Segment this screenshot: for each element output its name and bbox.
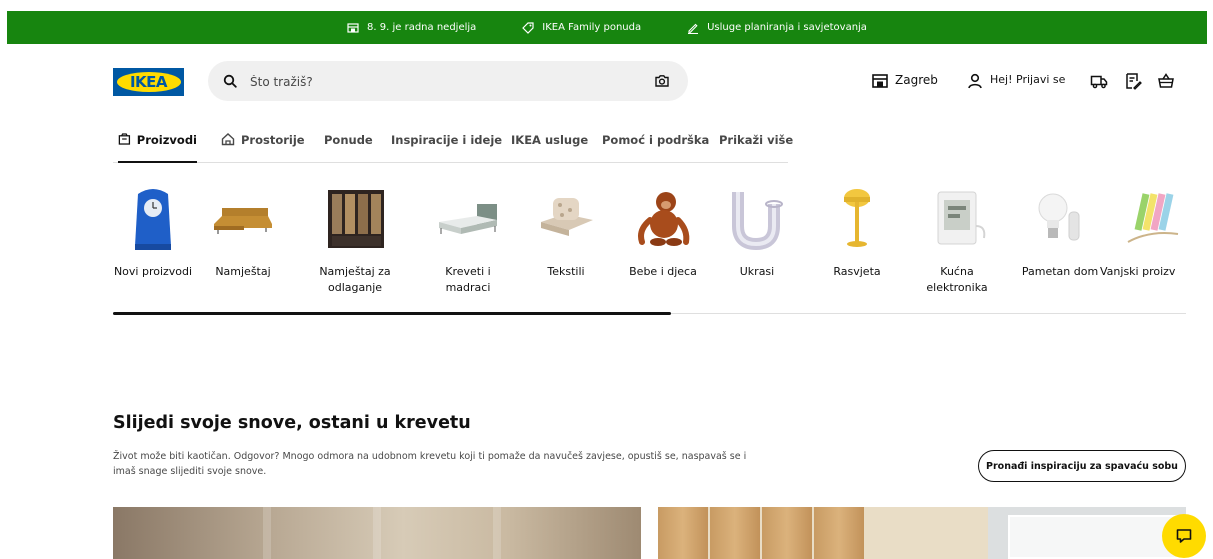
chat-button[interactable] xyxy=(1162,514,1206,558)
camera-icon[interactable] xyxy=(654,73,670,89)
category-label: Rasvjeta xyxy=(833,265,881,278)
smart-bulb-image xyxy=(1025,186,1095,252)
category-outdoor[interactable]: Vanjski proizv xyxy=(1100,186,1213,280)
tab-label: Prostorije xyxy=(241,133,305,147)
category-label: Tekstili xyxy=(547,265,585,278)
category-storage[interactable]: Namještaj za odlaganje xyxy=(309,186,401,296)
section-title: Slijedi svoje snove, ostani u krevetu xyxy=(113,413,471,433)
beach-chair-image xyxy=(1120,186,1190,252)
category-furniture[interactable]: Namještaj xyxy=(197,186,289,280)
tab-ponude[interactable]: Ponude xyxy=(324,126,373,162)
tab-prikazi-vise[interactable]: Prikaži više xyxy=(719,126,793,162)
login-label: Hej! Prijavi se xyxy=(990,73,1066,86)
promo-label: 8. 9. je radna nedjelja xyxy=(367,22,477,33)
shopping-list-icon[interactable] xyxy=(1124,72,1142,90)
store-label: Zagreb xyxy=(895,73,938,87)
tab-label: Inspiracije i ideje xyxy=(391,133,503,147)
pillow-image xyxy=(531,186,601,252)
bedroom-inspiration-button[interactable]: Pronađi inspiraciju za spavaću sobu xyxy=(978,450,1186,482)
bedroom-photo-left[interactable] xyxy=(113,507,641,559)
category-smart-home[interactable]: Pametan dom xyxy=(1014,186,1106,280)
category-electronics[interactable]: Kućna elektronika xyxy=(911,186,1003,296)
button-label: Pronađi inspiraciju za spavaću sobu xyxy=(986,460,1178,472)
blue-clock-image xyxy=(118,186,188,252)
search-bar[interactable] xyxy=(208,61,688,101)
store-icon[interactable] xyxy=(871,72,889,90)
shopping-bag-icon[interactable] xyxy=(1157,72,1175,90)
sofa-image xyxy=(208,186,278,252)
chat-icon xyxy=(1176,529,1192,543)
tab-label: Ponude xyxy=(324,133,373,147)
store-selector[interactable]: Zagreb xyxy=(895,73,938,87)
promo-item-family-offer[interactable]: IKEA Family ponuda xyxy=(522,21,642,34)
search-icon xyxy=(223,74,237,88)
promo-item-planning-services[interactable]: Usluge planiranja i savjetovanja xyxy=(687,22,867,34)
user-icon[interactable] xyxy=(966,72,984,90)
tab-prostorije[interactable]: Prostorije xyxy=(221,126,305,162)
promo-item-working-sunday[interactable]: 8. 9. je radna nedjelja xyxy=(347,22,476,34)
category-textiles[interactable]: Tekstili xyxy=(520,186,612,280)
category-beds[interactable]: Kreveti i madraci xyxy=(422,186,514,296)
category-lighting[interactable]: Rasvjeta xyxy=(811,186,903,280)
bedroom-photo-right[interactable] xyxy=(658,507,1186,559)
bed-image xyxy=(433,186,503,252)
category-label: Bebe i djeca xyxy=(629,265,697,278)
category-label: Kućna elektronika xyxy=(926,265,988,294)
main-nav: Proizvodi Prostorije Ponude Inspiracije … xyxy=(113,126,793,163)
category-new-products[interactable]: Novi proizvodi xyxy=(107,186,199,280)
promo-bar: 8. 9. je radna nedjelja IKEA Family ponu… xyxy=(7,11,1207,44)
tab-label: Prikaži više xyxy=(719,133,794,147)
promo-label: IKEA Family ponuda xyxy=(542,22,642,33)
search-input[interactable] xyxy=(248,70,632,94)
delivery-truck-icon[interactable] xyxy=(1090,72,1108,90)
store-icon xyxy=(347,22,359,33)
category-label: Kreveti i madraci xyxy=(445,265,491,294)
category-label: Namještaj xyxy=(215,265,271,278)
tab-label: Proizvodi xyxy=(136,133,197,147)
tab-label: IKEA usluge xyxy=(511,133,589,147)
tag-icon xyxy=(522,21,534,34)
house-icon xyxy=(221,133,235,146)
promo-label: Usluge planiranja i savjetovanja xyxy=(707,22,867,33)
category-label: Ukrasi xyxy=(739,265,775,278)
section-description: Život može biti kaotičan. Odgovor? Mnogo… xyxy=(113,451,747,478)
cabinet-image xyxy=(320,186,390,252)
category-label: Vanjski proizv xyxy=(1100,265,1176,278)
category-baby-kids[interactable]: Bebe i djeca xyxy=(617,186,709,280)
pencil-icon xyxy=(688,23,699,34)
glass-vase-image xyxy=(722,186,792,252)
tab-inspiracije[interactable]: Inspiracije i ideje xyxy=(391,126,502,162)
category-decoration[interactable]: Ukrasi xyxy=(711,186,803,280)
table-lamp-image xyxy=(822,186,892,252)
login-link[interactable]: Hej! Prijavi se xyxy=(990,73,1065,86)
category-label: Novi proizvodi xyxy=(113,265,193,278)
ikea-logo[interactable]: IKEA xyxy=(113,68,184,96)
air-sensor-image xyxy=(922,186,992,252)
tab-proizvodi[interactable]: Proizvodi xyxy=(118,126,197,163)
logo-text: IKEA xyxy=(116,72,181,92)
tab-label: Pomoć i podrška xyxy=(602,133,710,147)
orangutan-toy-image xyxy=(628,186,698,252)
box-icon xyxy=(118,133,131,145)
carousel-scrollbar-thumb[interactable] xyxy=(113,312,671,315)
category-label: Namještaj za odlaganje xyxy=(319,265,391,294)
category-label: Pametan dom xyxy=(1021,265,1099,278)
tab-pomoc[interactable]: Pomoć i podrška xyxy=(602,126,709,162)
tab-ikea-usluge[interactable]: IKEA usluge xyxy=(511,126,588,162)
